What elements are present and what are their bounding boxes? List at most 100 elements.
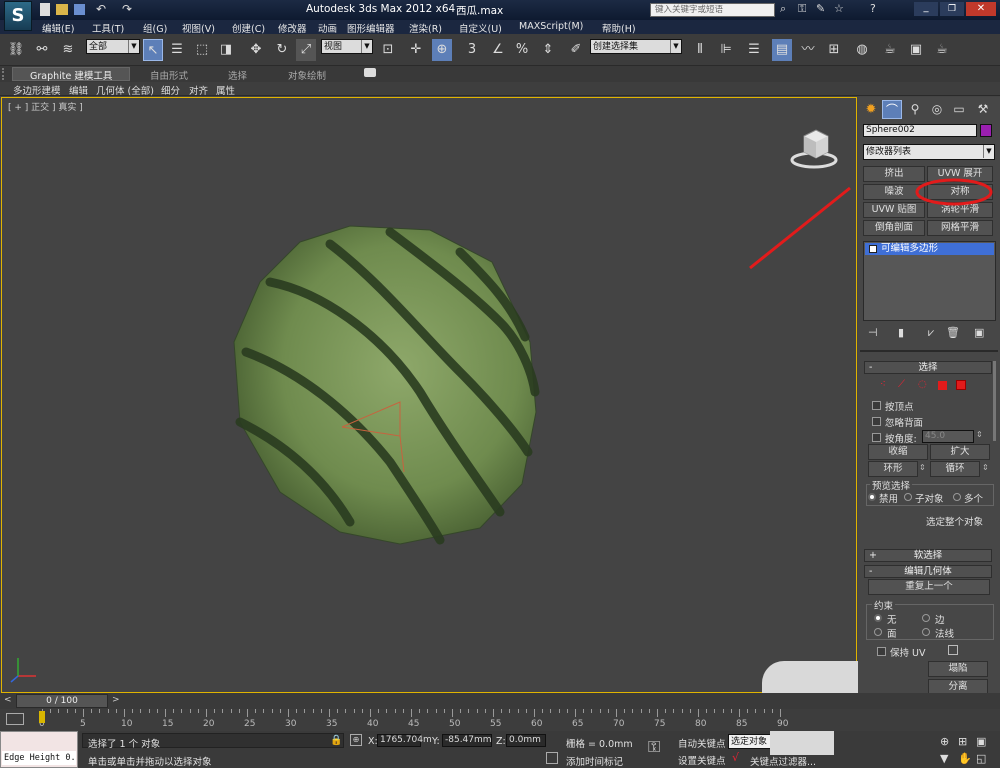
curve-editor-icon[interactable]: 〰 [798,39,818,61]
create-tab-icon[interactable]: ✹ [862,102,880,118]
hierarchy-tab-icon[interactable]: ⚲ [906,102,924,118]
ribbon-tab-selection[interactable]: 选择 [228,68,247,82]
display-tab-icon[interactable]: ▭ [950,102,968,118]
ring-spinner-icon[interactable]: ⇕ [919,463,926,472]
ribbon-tab-freeform[interactable]: 自由形式 [150,68,188,82]
menu-animation[interactable]: 动画 [318,21,337,35]
constraint-face-radio[interactable] [874,628,882,636]
by-angle-checkbox[interactable] [872,433,881,442]
edge-level-icon[interactable]: ⟋ [898,379,905,390]
polygon-level-icon[interactable] [938,381,947,390]
undo-icon[interactable]: ↶ [96,2,106,16]
material-editor-icon[interactable]: ◍ [852,39,872,61]
vertex-level-icon[interactable]: ⁖ [880,379,886,390]
snaps-toggle-icon[interactable]: 3 [462,39,482,61]
ignore-backfacing-checkbox[interactable] [872,417,881,426]
border-level-icon[interactable]: ◌ [918,379,927,390]
ribbon-options-icon[interactable] [364,68,376,77]
key-filters-button[interactable]: 关键点过滤器... [750,754,816,768]
selection-rollout-header[interactable]: - 选择 [864,361,992,374]
graphite-toggle-icon[interactable]: ▤ [772,39,792,61]
field-of-view-icon[interactable]: ▼ [940,752,948,765]
pan-icon[interactable]: ✋ [958,752,972,765]
maximize-viewport-icon[interactable]: ◱ [976,752,986,765]
command-panel-scrollbar[interactable] [993,361,996,441]
repeat-last-button[interactable]: 重复上一个 [868,579,990,595]
absolute-mode-icon[interactable]: ⊕ [350,734,362,746]
meshsmooth-button[interactable]: 网格平滑 [927,220,993,236]
percent-snap-icon[interactable]: % [512,39,532,61]
current-frame-marker[interactable] [39,711,45,723]
preview-subobject-radio[interactable] [904,493,912,501]
watermelon-object[interactable] [230,222,550,552]
pivot-center-icon[interactable]: ⊡ [378,39,398,61]
configure-sets-icon[interactable]: ▣ [974,326,984,339]
app-logo-icon[interactable]: S [4,1,32,31]
add-time-tag-label[interactable]: 添加时间标记 [566,754,623,768]
save-file-icon[interactable] [74,4,85,15]
time-slider[interactable]: 0 / 100 [16,694,108,708]
ring-button[interactable]: 环形 [868,461,918,477]
motion-tab-icon[interactable]: ◎ [928,102,946,118]
close-button[interactable]: ✕ [966,2,996,16]
grow-button[interactable]: 扩大 [930,444,990,460]
modifier-stack[interactable]: 可编辑多边形 [863,241,996,321]
menu-views[interactable]: 视图(V) [182,21,215,35]
maxscript-field[interactable]: Edge Height 0.0 [2,751,76,765]
subtab-edit[interactable]: 编辑 [69,83,88,97]
loop-button[interactable]: 循环 [930,461,980,477]
keyboard-shortcut-icon[interactable]: ⊕ [432,39,452,61]
object-name-field[interactable]: Sphere002 [863,124,977,137]
shrink-button[interactable]: 收缩 [868,444,928,460]
preserve-uv-checkbox[interactable] [877,647,886,656]
angle-spinner-icon[interactable]: ⇕ [976,430,983,439]
menu-help[interactable]: 帮助(H) [602,21,636,35]
track-bar-toggle-icon[interactable] [6,713,24,725]
help-icon[interactable]: ? [870,2,876,15]
subtab-subdivision[interactable]: 细分 [161,83,180,97]
remove-modifier-icon[interactable]: 🗑 [946,326,960,339]
menu-tools[interactable]: 工具(T) [92,21,124,35]
menu-edit[interactable]: 编辑(E) [42,21,74,35]
menu-modifiers[interactable]: 修改器 [278,21,307,35]
menu-graph-editors[interactable]: 图形编辑器 [347,21,395,35]
menu-rendering[interactable]: 渲染(R) [409,21,442,35]
zoom-extents-icon[interactable]: ▣ [976,735,986,748]
align-icon[interactable]: ⊫ [716,39,736,61]
preview-disabled-radio[interactable] [868,493,876,501]
y-coord-input[interactable]: -85.47mm [442,734,492,747]
layer-manager-icon[interactable]: ☰ [744,39,764,61]
select-by-name-icon[interactable]: ☰ [167,39,187,61]
named-selection-dropdown[interactable]: 创建选择集 ▼ [590,39,682,54]
viewport-label[interactable]: [ + ] 正交 ] 真实 ] [8,100,83,113]
render-setup-icon[interactable]: ☕ [880,39,900,61]
lock-selection-icon[interactable]: 🔒 [330,735,342,746]
time-tag-icon[interactable] [546,752,558,764]
object-color-swatch[interactable] [980,124,992,137]
viewcube-icon[interactable] [788,120,842,170]
rendered-frame-icon[interactable]: ▣ [906,39,926,61]
rotate-icon[interactable]: ↻ [272,39,292,61]
soft-selection-rollout-header[interactable]: + 软选择 [864,549,992,562]
show-end-result-icon[interactable]: ▮ [898,326,904,339]
redo-icon[interactable]: ↷ [122,2,132,16]
make-unique-icon[interactable]: ⩗ [928,326,934,340]
element-level-icon[interactable] [956,380,966,390]
rectangle-selection-icon[interactable]: ⬚ [192,39,212,61]
bevel-profile-button[interactable]: 倒角剖面 [863,220,925,236]
subtab-polygon-modeling[interactable]: 多边形建模 [13,83,61,97]
menu-maxscript[interactable]: MAXScript(M) [519,21,583,32]
perspective-viewport[interactable]: [ + ] 正交 ] 真实 ] [1,97,858,694]
timeline-ruler[interactable]: 0 5 10 15 20 25 30 35 40 45 50 55 60 65 70 75 80 85 90 [34,709,788,731]
open-file-icon[interactable] [56,4,68,15]
auto-key-button[interactable]: 自动关键点 [678,736,726,750]
render-production-icon[interactable]: ☕ [932,39,952,61]
reference-coordinate-dropdown[interactable]: 视图 ▼ [321,39,373,54]
tools-icon[interactable]: ✎ [816,2,825,15]
menu-customize[interactable]: 自定义(U) [459,21,502,35]
time-prev-icon[interactable]: < [4,695,12,705]
constraint-edge-radio[interactable] [922,614,930,622]
pin-stack-icon[interactable]: ⊣ [868,326,878,339]
subtab-align[interactable]: 对齐 [189,83,208,97]
z-coord-input[interactable]: 0.0mm [506,734,546,747]
